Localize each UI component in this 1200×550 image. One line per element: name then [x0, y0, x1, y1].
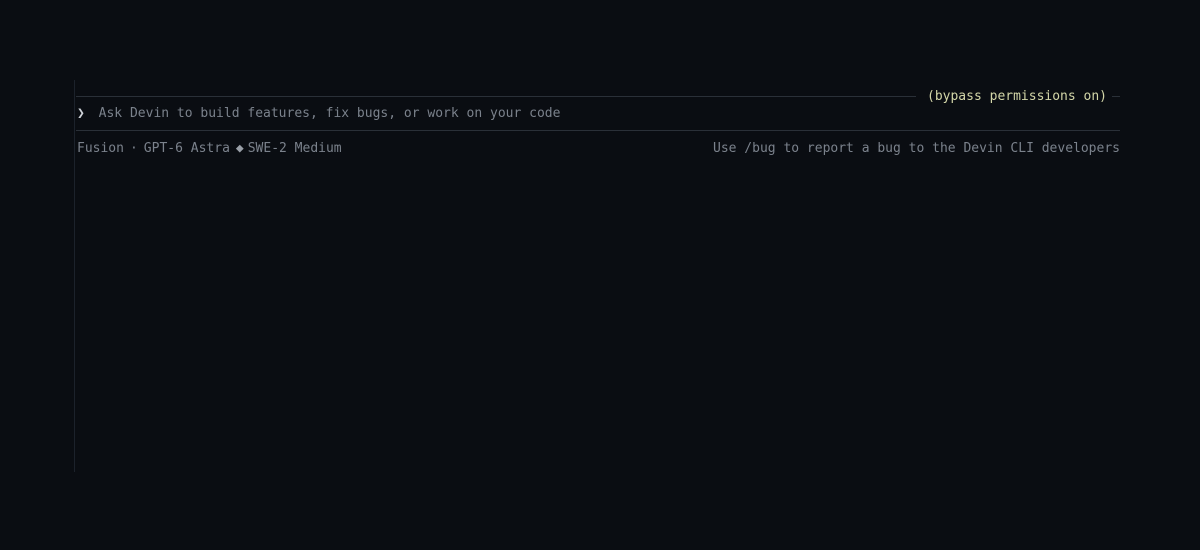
separator-dot: ·: [129, 141, 138, 156]
model-name: GPT-6 Astra: [143, 141, 230, 156]
terminal-window: (bypass permissions on) ❯ Fusion · GPT-6 A…: [74, 80, 1120, 472]
border-line-right: [1112, 96, 1120, 97]
input-top-border: (bypass permissions on): [76, 88, 1120, 106]
prompt-row: ❯: [77, 105, 999, 123]
diamond-icon: ◆: [235, 141, 244, 156]
effort-level: SWE-2 Medium: [247, 141, 342, 156]
bug-report-hint: Use /bug to report a bug to the Devin CL…: [713, 141, 1120, 156]
left-rule: [74, 80, 75, 472]
border-line-left: [76, 96, 916, 97]
prompt-input[interactable]: [98, 106, 999, 121]
input-bottom-divider: [76, 130, 1120, 131]
permissions-mode-label: (bypass permissions on): [927, 89, 1108, 104]
agent-name: Fusion: [77, 141, 124, 156]
model-info: Fusion · GPT-6 Astra ◆ SWE-2 Medium: [77, 140, 342, 158]
prompt-chevron-icon: ❯: [77, 106, 85, 121]
